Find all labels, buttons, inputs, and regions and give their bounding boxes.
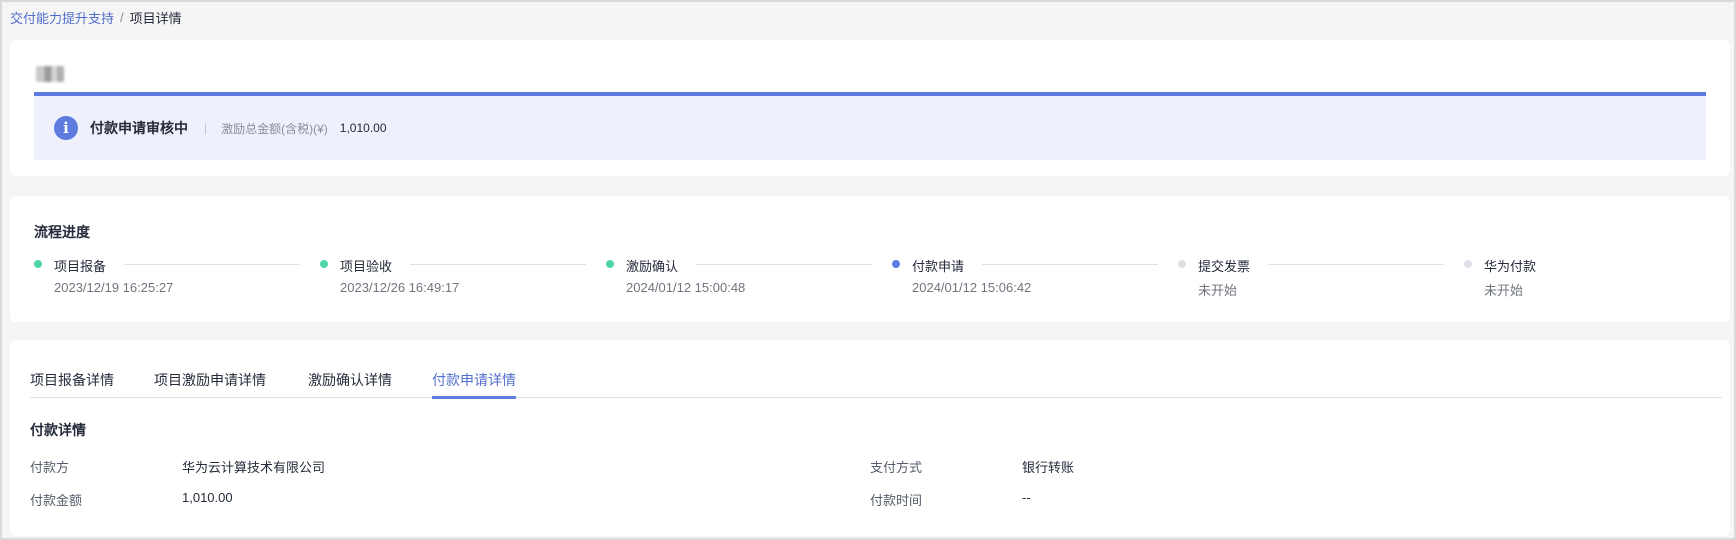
- step-connector: [696, 264, 872, 265]
- step-name: 项目报备: [54, 259, 107, 274]
- status-divider: |: [204, 121, 208, 135]
- step-status-dot: [606, 260, 614, 268]
- step-connector: [410, 264, 586, 265]
- payment-method-label: 支付方式: [870, 460, 923, 475]
- progress-card: 流程进度 项目报备 2023/12/19 16:25:27 项目验收 2023/…: [10, 196, 1730, 322]
- status-banner: i 付款申请审核中 | 激励总金额(含税)(¥) 1,010.00: [34, 92, 1706, 160]
- step-connector: [982, 264, 1158, 265]
- breadcrumb-current: 项目详情: [129, 10, 182, 26]
- step-name: 提交发票: [1198, 259, 1251, 274]
- breadcrumb-link-parent[interactable]: 交付能力提升支持: [10, 8, 114, 27]
- status-title: 付款申请审核中: [90, 120, 188, 136]
- incentive-amount-label: 激励总金额(含税)(¥): [221, 121, 328, 136]
- step-time: 未开始: [1484, 283, 1524, 298]
- payment-method-value: 银行转账: [1022, 460, 1075, 475]
- payment-time-label: 付款时间: [870, 493, 923, 508]
- detail-tabs: 项目报备详情 项目激励申请详情 激励确认详情 付款申请详情: [30, 340, 1722, 399]
- breadcrumb: 交付能力提升支持 / 项目详情: [10, 8, 182, 26]
- payment-amount-value: 1,010.00: [182, 490, 233, 505]
- step-connector: [124, 264, 300, 265]
- step-status-dot: [320, 260, 328, 268]
- tab-incentive-confirmation[interactable]: 激励确认详情: [308, 370, 392, 398]
- step-time: 未开始: [1198, 283, 1238, 298]
- incentive-amount-value: 1,010.00: [339, 121, 387, 135]
- payment-details-title: 付款详情: [30, 422, 86, 438]
- step-status-dot: [34, 260, 42, 268]
- project-name-redacted: [36, 66, 64, 82]
- step-name: 付款申请: [912, 259, 965, 274]
- project-header-card: i 付款申请审核中 | 激励总金额(含税)(¥) 1,010.00: [10, 40, 1730, 176]
- step-name: 项目验收: [340, 259, 393, 274]
- step-status-dot: [1464, 260, 1472, 268]
- tab-project-report[interactable]: 项目报备详情: [30, 370, 114, 398]
- step-status-dot: [892, 260, 900, 268]
- payment-time-value: --: [1022, 490, 1031, 505]
- progress-title: 流程进度: [34, 224, 90, 240]
- step-time: 2023/12/19 16:25:27: [54, 280, 174, 295]
- step-time: 2024/01/12 15:00:48: [626, 280, 746, 295]
- step-connector: [1268, 264, 1444, 265]
- progress-steps: 项目报备 2023/12/19 16:25:27 项目验收 2023/12/26…: [34, 256, 1734, 306]
- step-status-dot: [1178, 260, 1186, 268]
- info-icon: i: [54, 116, 78, 140]
- payer-label: 付款方: [30, 460, 70, 475]
- details-card: 项目报备详情 项目激励申请详情 激励确认详情 付款申请详情 付款详情 付款方 华…: [10, 340, 1730, 536]
- step-name: 激励确认: [626, 259, 679, 274]
- step-time: 2024/01/12 15:06:42: [912, 280, 1032, 295]
- tab-payment-application[interactable]: 付款申请详情: [432, 370, 516, 399]
- step-name: 华为付款: [1484, 259, 1537, 274]
- payment-amount-label: 付款金额: [30, 493, 83, 508]
- breadcrumb-separator: /: [120, 9, 124, 25]
- tab-incentive-application[interactable]: 项目激励申请详情: [154, 370, 266, 398]
- payer-value: 华为云计算技术有限公司: [182, 460, 326, 475]
- step-time: 2023/12/26 16:49:17: [340, 280, 460, 295]
